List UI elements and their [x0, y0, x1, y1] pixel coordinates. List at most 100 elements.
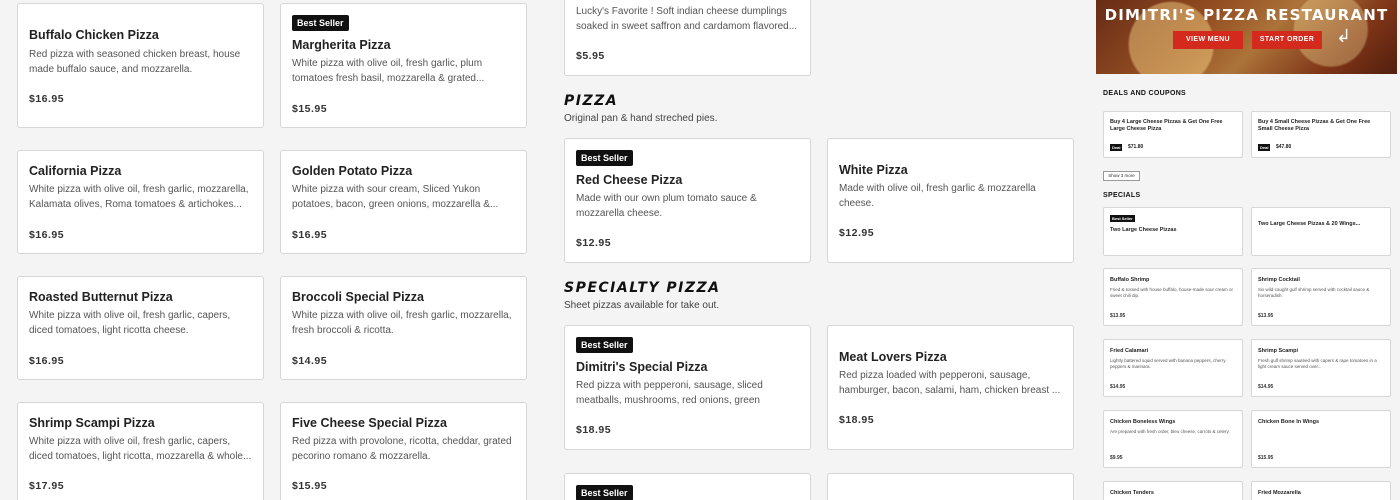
curved-arrow-icon: ↲: [1336, 26, 1352, 46]
item-name: White Pizza: [839, 163, 908, 177]
menu-item-card[interactable]: Buffalo Shrimp Fried & tossed with house…: [1103, 268, 1243, 326]
menu-item-card[interactable]: Golden Potato Pizza White pizza with sou…: [280, 150, 527, 254]
item-price: $18.95: [576, 424, 612, 436]
start-order-button[interactable]: START ORDER: [1252, 31, 1322, 49]
menu-item-card[interactable]: Best Seller: [564, 473, 811, 500]
item-name: Chicken Boneless Wings: [1110, 419, 1176, 425]
item-name: Roasted Butternut Pizza: [29, 290, 173, 304]
deal-price: $71.80: [1128, 144, 1144, 150]
special-name: Two Large Cheese Pizzas & 20 Wings...: [1258, 221, 1361, 227]
menu-item-card[interactable]: [827, 473, 1074, 500]
item-description: Made with our own plum tomato sauce & mo…: [576, 193, 757, 219]
menu-item-card[interactable]: Best Seller Margherita Pizza White pizza…: [280, 3, 527, 128]
best-seller-badge: Best Seller: [576, 485, 633, 500]
item-name: Shrimp Scampi: [1258, 348, 1299, 354]
item-price: $16.95: [29, 355, 65, 367]
item-name: Five Cheese Special Pizza: [292, 416, 447, 430]
item-price: $14.95: [1258, 384, 1274, 390]
item-description: Red pizza with seasoned chicken breast, …: [29, 49, 241, 75]
item-name: Buffalo Shrimp: [1110, 277, 1150, 283]
item-price: $15.95: [292, 103, 328, 115]
item-price: $14.95: [292, 355, 328, 367]
menu-item-card[interactable]: Broccoli Special Pizza White pizza with …: [280, 276, 527, 380]
special-name: Two Large Cheese Pizzas: [1110, 227, 1177, 233]
best-seller-badge: Best Seller: [1110, 215, 1135, 222]
item-name: Broccoli Special Pizza: [292, 290, 424, 304]
item-name: Meat Lovers Pizza: [839, 350, 947, 364]
section-title-specialty: SPECIALTY PIZZA: [564, 280, 721, 296]
item-description: Lightly battered squid served with banan…: [1110, 358, 1226, 369]
menu-item-card[interactable]: Shrimp Scampi Pizza White pizza with oli…: [17, 402, 264, 500]
item-name: Shrimp Cocktail: [1258, 277, 1300, 283]
item-description: Fresh gulf shrimp sautéed with capers & …: [1258, 358, 1377, 369]
menu-item-card[interactable]: Best Seller Dimitri's Special Pizza Red …: [564, 325, 811, 450]
show-more-button[interactable]: Show 3 more: [1103, 171, 1140, 181]
section-title-pizza: PIZZA: [564, 93, 619, 109]
menu-item-card[interactable]: Buffalo Chicken Pizza Red pizza with sea…: [17, 3, 264, 128]
section-subtitle: Original pan & hand streched pies.: [564, 113, 718, 124]
restaurant-title: DIMITRI'S PIZZA RESTAURANT: [1104, 6, 1389, 24]
item-price: $16.95: [292, 229, 328, 241]
menu-item-card[interactable]: Chicken Tenders: [1103, 481, 1243, 500]
menu-item-card[interactable]: Fried Mozzarella: [1251, 481, 1391, 500]
item-name: Shrimp Scampi Pizza: [29, 416, 155, 430]
item-price: $15.95: [1258, 455, 1274, 461]
menu-item-card[interactable]: Lucky's Favorite ! Soft indian cheese du…: [564, 0, 811, 76]
best-seller-badge: Best Seller: [576, 337, 633, 353]
item-description: White pizza with olive oil, fresh garlic…: [292, 310, 512, 336]
item-price: $5.95: [576, 50, 605, 62]
menu-item-card[interactable]: Meat Lovers Pizza Red pizza loaded with …: [827, 325, 1074, 450]
best-seller-badge: Best Seller: [292, 15, 349, 31]
item-description: Red pizza loaded with pepperoni, sausage…: [839, 370, 1061, 396]
item-description: Made with olive oil, fresh garlic & mozz…: [839, 183, 1036, 209]
deal-card[interactable]: Buy 4 Small Cheese Pizzas & Get One Free…: [1251, 111, 1391, 158]
item-description: White pizza with olive oil, fresh garlic…: [29, 310, 231, 336]
menu-item-card[interactable]: Roasted Butternut Pizza White pizza with…: [17, 276, 264, 380]
item-description: Lucky's Favorite ! Soft indian cheese du…: [576, 6, 798, 32]
section-subtitle: Sheet pizzas available for take out.: [564, 300, 720, 311]
menu-item-card[interactable]: Chicken Bone In Wings $15.95: [1251, 410, 1391, 468]
item-name: Fried Calamari: [1110, 348, 1149, 354]
item-price: $17.95: [29, 480, 65, 492]
item-price: $13.95: [1110, 313, 1126, 319]
item-name: Dimitri's Special Pizza: [576, 360, 708, 374]
item-description: Fried & tossed with house buffalo, house…: [1110, 287, 1233, 298]
item-name: Red Cheese Pizza: [576, 173, 683, 187]
item-price: $18.95: [839, 414, 875, 426]
deal-tag: Deal: [1110, 144, 1123, 151]
menu-item-card[interactable]: Five Cheese Special Pizza Red pizza with…: [280, 402, 527, 500]
menu-item-card[interactable]: Shrimp Scampi Fresh gulf shrimp sautéed …: [1251, 339, 1391, 397]
item-name: Golden Potato Pizza: [292, 164, 413, 178]
deal-name: Buy 4 Small Cheese Pizzas & Get One Free…: [1258, 119, 1371, 132]
item-name: Fried Mozzarella: [1258, 490, 1301, 496]
item-price: $16.95: [29, 229, 65, 241]
menu-item-card[interactable]: Chicken Boneless Wings Are prepared with…: [1103, 410, 1243, 468]
deal-price: $47.80: [1276, 144, 1292, 150]
best-seller-badge: Best Seller: [576, 150, 633, 166]
item-description: White pizza with olive oil, fresh garlic…: [29, 184, 249, 210]
item-price: $12.95: [576, 237, 612, 249]
menu-item-card[interactable]: Fried Calamari Lightly battered squid se…: [1103, 339, 1243, 397]
deal-tag: Deal: [1258, 144, 1271, 151]
item-name: Margherita Pizza: [292, 38, 391, 52]
restaurant-hero-banner: DIMITRI'S PIZZA RESTAURANT VIEW MENU STA…: [1096, 0, 1397, 74]
item-price: $9.95: [1110, 455, 1123, 461]
deal-card[interactable]: Buy 4 Large Cheese Pizzas & Get One Free…: [1103, 111, 1243, 158]
menu-item-card[interactable]: White Pizza Made with olive oil, fresh g…: [827, 138, 1074, 263]
special-card[interactable]: Two Large Cheese Pizzas & 20 Wings...: [1251, 207, 1391, 256]
item-description: White pizza with olive oil, fresh garlic…: [292, 58, 485, 84]
item-price: $13.95: [1258, 313, 1274, 319]
item-name: Chicken Tenders: [1110, 490, 1154, 496]
view-menu-button[interactable]: VIEW MENU: [1173, 31, 1243, 49]
deal-name: Buy 4 Large Cheese Pizzas & Get One Free…: [1110, 119, 1223, 132]
menu-item-card[interactable]: California Pizza White pizza with olive …: [17, 150, 264, 254]
item-description: Red pizza with provolone, ricotta, chedd…: [292, 436, 512, 462]
item-description: Are prepared with fresh order, bleu chee…: [1110, 429, 1230, 434]
item-description: White pizza with olive oil, fresh garlic…: [29, 436, 252, 462]
item-name: Buffalo Chicken Pizza: [29, 28, 159, 42]
item-name: California Pizza: [29, 164, 122, 178]
menu-item-card[interactable]: Best Seller Red Cheese Pizza Made with o…: [564, 138, 811, 263]
special-card[interactable]: Best Seller Two Large Cheese Pizzas: [1103, 207, 1243, 256]
menu-item-card[interactable]: Shrimp Cocktail Six wild-caught gulf shr…: [1251, 268, 1391, 326]
deals-heading: DEALS AND COUPONS: [1103, 90, 1187, 97]
